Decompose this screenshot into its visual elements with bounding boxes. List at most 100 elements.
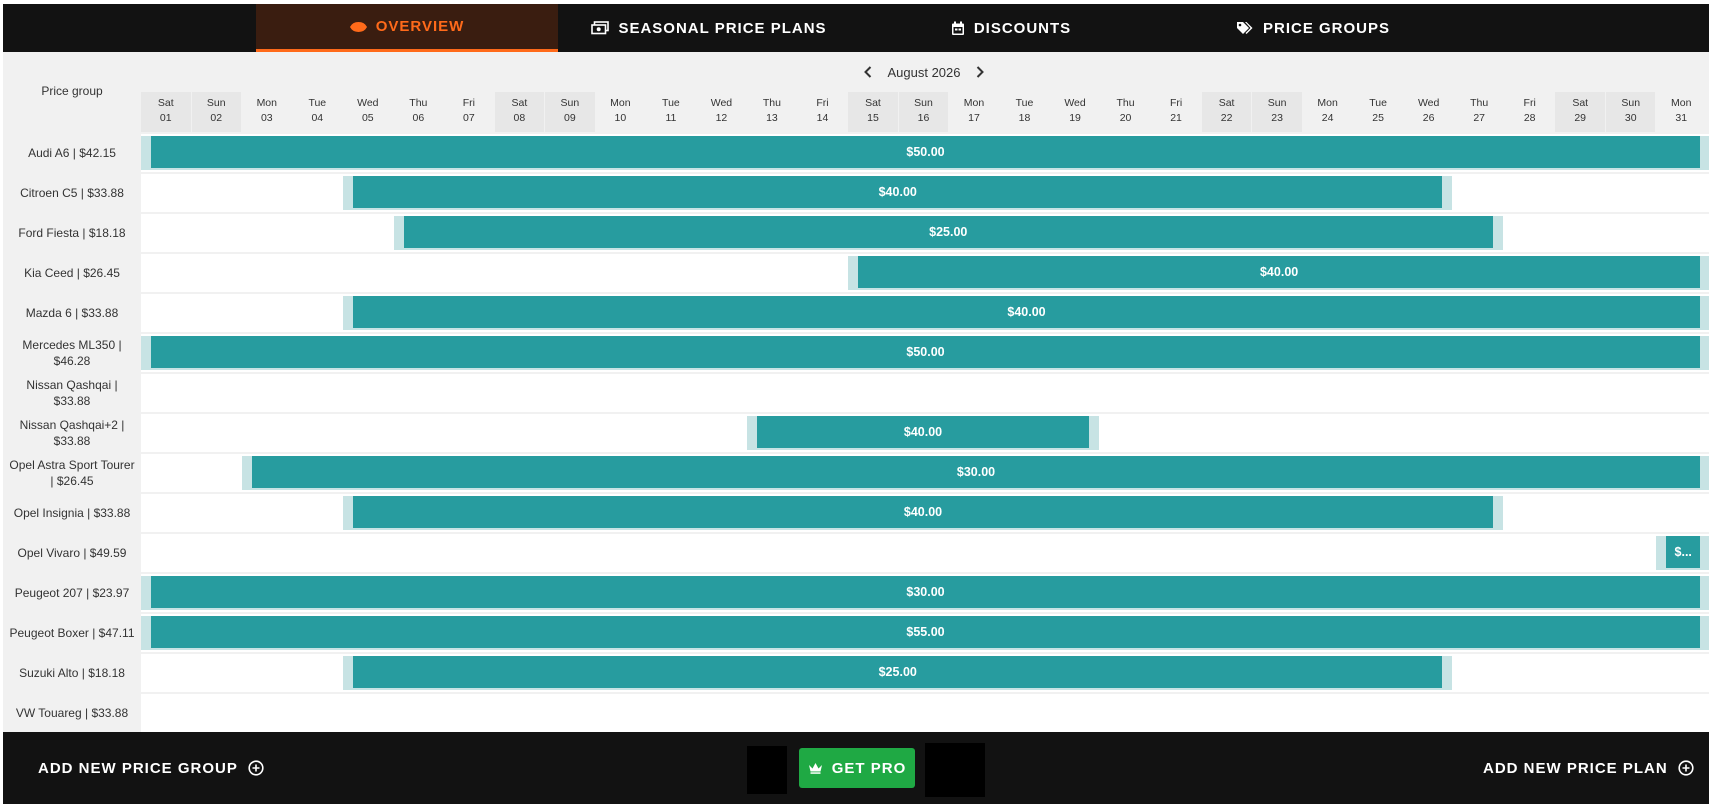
day-column-header: Wed 26 [1403,92,1454,132]
price-group-label[interactable]: Mercedes ML350 | $46.28 [3,334,141,372]
day-date: 15 [867,112,879,124]
price-plan-track[interactable] [141,374,1709,412]
day-column-header: Thu 06 [393,92,444,132]
add-price-group-label: ADD NEW PRICE GROUP [38,759,238,777]
tab-discounts[interactable]: DISCOUNTS [860,4,1162,52]
plus-circle-icon [1678,760,1694,776]
price-plan-track[interactable]: $25.00 [141,214,1709,252]
day-column-header: Sun 23 [1252,92,1302,132]
price-plan-bar[interactable]: $30.00 [252,456,1700,488]
price-group-label[interactable]: Opel Astra Sport Tourer | $26.45 [3,454,141,492]
price-plan-bar[interactable]: $25.00 [403,216,1493,248]
day-of-week: Tue [308,97,327,109]
day-date: 07 [463,112,475,124]
price-plan-track[interactable]: $... [141,534,1709,572]
next-month-button[interactable] [972,62,988,82]
day-date: 11 [665,112,677,124]
price-group-label[interactable]: Opel Vivaro | $49.59 [3,534,141,572]
price-group-row: Citroen C5 | $33.88 $40.00 [3,174,1709,212]
day-date: 27 [1473,112,1485,124]
day-of-week: Thu [409,97,428,109]
get-pro-button[interactable]: GET PRO [799,748,915,788]
price-plan-track[interactable]: $40.00 [141,494,1709,532]
price-group-row: Suzuki Alto | $18.18 $25.00 [3,654,1709,692]
price-plan-bar[interactable]: $... [1666,536,1700,568]
day-date: 09 [564,112,576,124]
day-of-week: Mon [256,97,277,109]
price-group-label[interactable]: Nissan Qashqai+2 | $33.88 [3,414,141,452]
price-plan-track[interactable]: $40.00 [141,294,1709,332]
price-plan-bar[interactable]: $50.00 [151,336,1700,368]
day-of-week: Sun [1267,97,1287,109]
day-date: 14 [816,112,829,124]
calendar-icon [951,21,965,36]
price-group-label[interactable]: Ford Fiesta | $18.18 [3,214,141,252]
day-column-header: Sun 30 [1605,92,1656,132]
price-group-label[interactable]: Nissan Qashqai | $33.88 [3,374,141,412]
price-group-label[interactable]: VW Touareg | $33.88 [3,694,141,732]
day-column-header: Wed 12 [696,92,747,132]
day-column-header: Mon 10 [595,92,646,132]
day-date: 16 [917,112,930,124]
price-group-row: Peugeot 207 | $23.97 $30.00 [3,574,1709,612]
price-group-label[interactable]: Opel Insignia | $33.88 [3,494,141,532]
price-group-label[interactable]: Kia Ceed | $26.45 [3,254,141,292]
price-plan-bar[interactable]: $40.00 [353,296,1700,328]
day-date: 19 [1069,112,1081,124]
day-date: 17 [968,112,980,124]
day-date: 29 [1574,112,1587,124]
price-plan-track[interactable]: $40.00 [141,174,1709,212]
tab-overview[interactable]: OVERVIEW [256,4,558,52]
price-group-label[interactable]: Suzuki Alto | $18.18 [3,654,141,692]
chevron-left-icon [864,66,872,78]
price-plan-bar[interactable]: $40.00 [353,176,1443,208]
day-column-header: Fri 07 [444,92,494,132]
day-column-header: Sun 09 [545,92,595,132]
day-date: 12 [715,112,728,124]
tab-price-groups[interactable]: PRICE GROUPS [1162,4,1464,52]
prev-month-button[interactable] [860,62,876,82]
price-plan-track[interactable]: $25.00 [141,654,1709,692]
top-tab-bar: OVERVIEW SEASONAL PRICE PLANS DISCOUNTS … [3,4,1709,52]
day-of-week: Sun [560,97,580,109]
day-date: 25 [1372,112,1384,124]
eye-icon [349,21,367,33]
price-group-label[interactable]: Peugeot Boxer | $47.11 [3,614,141,652]
price-plan-track[interactable]: $40.00 [141,414,1709,452]
day-of-week: Mon [1671,97,1692,109]
day-of-week: Thu [1470,97,1489,109]
price-plan-bar[interactable]: $40.00 [858,256,1700,288]
price-plan-track[interactable] [141,694,1709,732]
day-date: 30 [1624,112,1637,124]
price-plan-track[interactable]: $30.00 [141,454,1709,492]
price-group-label[interactable]: Mazda 6 | $33.88 [3,294,141,332]
price-group-label[interactable]: Audi A6 | $42.15 [3,134,141,172]
footer-bar: ADD NEW PRICE GROUP GET PRO ADD NEW PRIC… [3,732,1709,804]
tab-seasonal-price-plans[interactable]: SEASONAL PRICE PLANS [558,4,860,52]
day-date: 20 [1119,112,1132,124]
price-plan-track[interactable]: $30.00 [141,574,1709,612]
price-plan-bar[interactable]: $30.00 [151,576,1700,608]
price-group-label[interactable]: Citroen C5 | $33.88 [3,174,141,212]
price-plan-track[interactable]: $50.00 [141,134,1709,172]
day-of-week: Sat [511,97,528,109]
day-column-header: Wed 19 [1050,92,1100,132]
price-plan-bar[interactable]: $25.00 [353,656,1443,688]
price-plan-bar[interactable]: $55.00 [151,616,1700,648]
add-new-price-group-button[interactable]: ADD NEW PRICE GROUP [38,732,264,804]
tags-icon [1236,21,1254,35]
day-of-week: Sat [1218,97,1235,109]
day-column-header: Thu 27 [1454,92,1504,132]
price-plan-bar[interactable]: $40.00 [353,496,1493,528]
price-plan-bar[interactable]: $50.00 [151,136,1700,168]
price-plan-track[interactable]: $50.00 [141,334,1709,372]
add-new-price-plan-button[interactable]: ADD NEW PRICE PLAN [1483,732,1694,804]
price-group-row: Opel Insignia | $33.88 $40.00 [3,494,1709,532]
day-column-header: Tue 25 [1353,92,1403,132]
price-plan-bar[interactable]: $40.00 [757,416,1089,448]
day-column-header: Tue 18 [999,92,1050,132]
day-date: 13 [766,112,778,124]
price-group-label[interactable]: Peugeot 207 | $23.97 [3,574,141,612]
price-plan-track[interactable]: $55.00 [141,614,1709,652]
price-plan-track[interactable]: $40.00 [141,254,1709,292]
